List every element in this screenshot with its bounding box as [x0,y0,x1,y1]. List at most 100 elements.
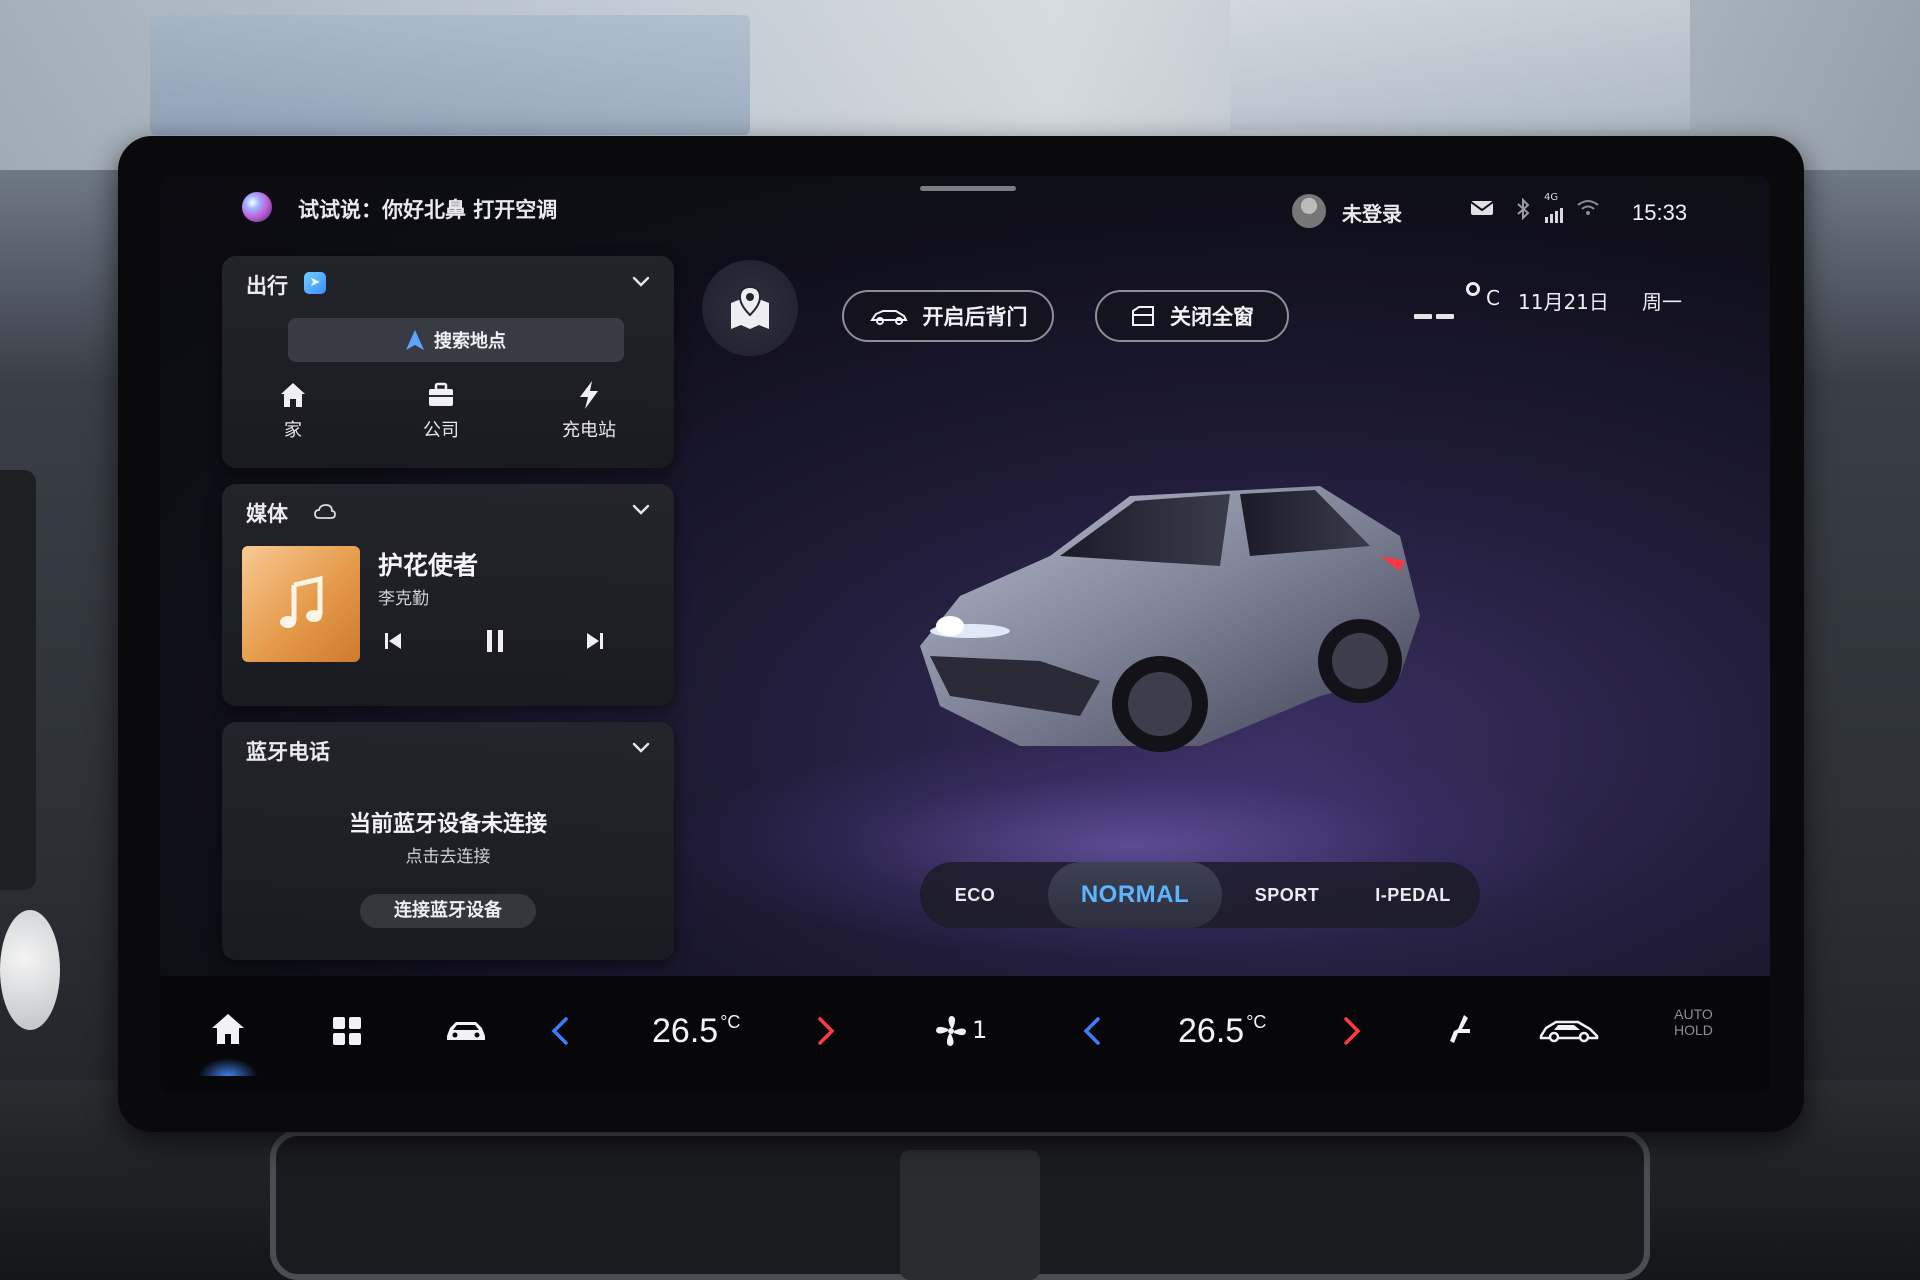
fan-speed-button[interactable] [934,1014,968,1048]
right-temperature: 26.5 °C [1178,1012,1266,1051]
pause-icon [487,630,503,652]
air-vent-center [900,1150,1040,1280]
home-icon [281,383,305,407]
card-title: 媒体 [246,502,288,526]
left-temperature-value: 26.5 [652,1012,719,1050]
next-track-button[interactable] [578,624,612,658]
media-card: 媒体 护花使者 李克勤 [222,484,674,706]
shortcut-charging-station[interactable]: 充电站 [534,380,644,442]
shortcut-company[interactable]: 公司 [386,380,496,442]
auto-hold-button[interactable]: AUTO HOLD [1674,1006,1713,1038]
lightning-icon [580,381,598,409]
car-tailgate-icon [869,310,908,325]
bottom-dock: 26.5 °C 1 26.5 °C AUTO HOLD [160,976,1770,1092]
briefcase-icon [429,382,453,406]
connect-bluetooth-button[interactable]: 连接蓝牙设备 [360,894,536,928]
shortcut-label: 公司 [423,420,459,441]
windows-label: 关闭全窗 [1170,305,1254,329]
left-temp-increase-button[interactable] [816,1016,836,1046]
cloud-icon [314,504,336,519]
degree-icon [1466,282,1480,296]
auto-hold-label-line1: AUTO [1674,1006,1713,1022]
album-cover[interactable] [242,546,360,662]
active-indicator [198,1058,258,1076]
map-button[interactable] [702,260,798,356]
drive-mode-selector: ECO NORMAL SPORT I-PEDAL [920,862,1480,928]
right-temp-increase-button[interactable] [1342,1016,1362,1046]
login-status[interactable]: 未登录 [1342,198,1402,227]
map-icon [731,285,769,329]
search-label: 搜索地点 [434,331,506,352]
fan-icon [936,1016,966,1046]
close-all-windows-button[interactable]: 关闭全窗 [1095,290,1289,342]
temperature-unit: °C [720,1012,741,1032]
drive-mode-i-pedal[interactable]: I-PEDAL [1352,862,1474,928]
skip-next-icon [587,633,603,649]
date: 11月21日 [1518,290,1609,314]
tailgate-label: 开启后背门 [922,305,1028,329]
bluetooth-hint[interactable]: 点击去连接 [222,842,674,867]
status-bar: 试试说：你好北鼻 打开空调 未登录 4G 15:33 [160,176,1770,246]
chevron-right-icon [1344,1017,1361,1045]
apps-button[interactable] [332,1016,362,1046]
wifi-icon [1576,198,1600,222]
seat-icon [1450,1015,1470,1043]
fan-level: 1 [972,1016,988,1044]
skip-previous-icon [385,633,401,649]
mail-icon[interactable] [1470,198,1494,223]
dashboard-side-panel [0,470,36,890]
steering-knob [0,910,60,1030]
car-outline-icon [1539,1020,1599,1043]
navigation-arrow-icon [406,330,424,350]
clock: 15:33 [1632,200,1688,225]
navigation-card: 出行 ➤ 搜索地点 家 公司 充电站 [222,256,674,468]
drive-mode-normal[interactable]: NORMAL [1048,862,1222,928]
card-title: 蓝牙电话 [246,740,330,764]
chevron-down-icon[interactable] [630,270,652,292]
background-building [1230,0,1690,130]
shortcut-label: 充电站 [562,420,616,441]
shortcut-label: 家 [284,420,302,441]
voice-assistant-icon[interactable] [242,192,272,222]
network-type: 4G [1544,192,1559,203]
left-temp-decrease-button[interactable] [550,1016,570,1046]
home-icon [212,1014,244,1044]
open-tailgate-button[interactable]: 开启后背门 [842,290,1054,342]
user-avatar[interactable] [1292,194,1326,228]
pause-button[interactable] [478,624,512,658]
vehicle-settings-button[interactable] [444,1018,488,1044]
bluetooth-icon [1516,197,1530,225]
card-title: 出行 [246,274,288,298]
left-temperature: 26.5 °C [652,1012,740,1051]
voice-hint[interactable]: 试试说：你好北鼻 打开空调 [298,194,557,224]
drive-mode-eco[interactable]: ECO [928,862,1022,928]
chevron-down-icon[interactable] [630,498,652,520]
background-building [150,15,750,135]
signal-icon [1544,204,1564,228]
shortcut-home[interactable]: 家 [238,380,348,442]
search-location-button[interactable]: 搜索地点 [288,318,624,362]
outside-temperature-placeholder [1414,304,1458,319]
chevron-right-icon [818,1017,835,1045]
car-window-icon [1132,306,1154,326]
chevron-left-icon [551,1017,568,1045]
music-note-icon [280,575,323,628]
bluetooth-phone-card: 蓝牙电话 当前蓝牙设备未连接 点击去连接 连接蓝牙设备 [222,722,674,960]
grid-icon [333,1017,361,1045]
right-temp-decrease-button[interactable] [1082,1016,1102,1046]
auto-hold-label-line2: HOLD [1674,1022,1713,1038]
vehicle-status-button[interactable] [1538,1016,1600,1044]
weekday: 周一 [1642,290,1682,314]
home-button[interactable] [210,1012,246,1046]
chevron-down-icon[interactable] [630,736,652,758]
temperature-unit: C [1486,286,1500,310]
temperature-unit: °C [1246,1012,1267,1032]
vehicle-model-image[interactable] [900,446,1460,766]
previous-track-button[interactable] [376,624,410,658]
navigation-app-icon: ➤ [304,272,326,294]
chevron-left-icon [1083,1017,1100,1045]
drive-mode-sport[interactable]: SPORT [1232,862,1342,928]
seat-heating-button[interactable] [1442,1012,1476,1046]
car-icon [447,1022,485,1040]
bluetooth-status: 当前蓝牙设备未连接 [348,812,547,837]
